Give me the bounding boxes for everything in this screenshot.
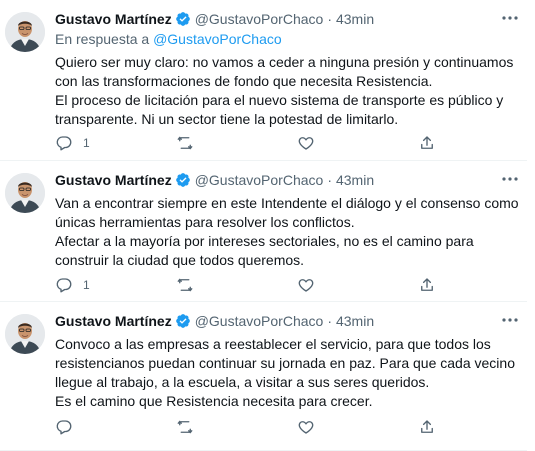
retweet-icon [177,278,193,292]
verified-badge-icon [175,314,190,328]
reply-count: 1 [83,278,90,292]
tweet-1[interactable]: Gustavo Martínez @GustavoPorChaco · 43mi… [0,0,527,161]
tweet-paragraph: Es el camino que Resistencia necesita pa… [55,393,373,409]
author-name[interactable]: Gustavo Martínez [55,311,172,331]
tweet-header: Gustavo Martínez @GustavoPorChaco · 43mi… [55,9,519,29]
avatar-photo [5,314,45,354]
share-icon [421,278,433,291]
verified-badge-icon [175,173,190,187]
tweet-paragraph: Afectar a la mayoría por intereses secto… [55,233,474,268]
tweet-2[interactable]: Gustavo Martínez @GustavoPorChaco · 43mi… [0,161,527,302]
like-button[interactable] [297,418,418,436]
tweet-paragraph: Convoco a las empresas a reestablecer el… [55,336,515,390]
reply-button[interactable]: 1 [55,134,176,152]
share-button[interactable] [418,418,436,436]
tweet-actions: 1 [55,133,436,153]
tweet-text: Quiero ser muy claro: no vamos a ceder a… [55,53,519,129]
tweet-actions [55,417,436,437]
avatar[interactable] [5,314,45,354]
share-icon [421,136,433,149]
avatar-photo [5,173,45,213]
reply-count: 1 [83,136,90,150]
verified-badge-icon [175,12,190,26]
tweet-thread: Gustavo Martínez @GustavoPorChaco · 43mi… [0,0,535,451]
timestamp[interactable]: 43min [336,311,374,331]
reply-prefix: En respuesta a [55,31,154,47]
tweet-paragraph: El proceso de licitación para el nuevo s… [55,92,504,127]
timestamp[interactable]: 43min [336,170,374,190]
retweet-icon [177,420,193,434]
retweet-button[interactable] [176,134,297,152]
author-name[interactable]: Gustavo Martínez [55,170,172,190]
reply-mention-link[interactable]: @GustavoPorChaco [153,31,282,47]
heart-icon [298,421,314,434]
heart-icon [298,279,314,292]
retweet-button[interactable] [176,276,297,294]
share-button[interactable] [418,134,436,152]
author-handle[interactable]: @GustavoPorChaco [195,311,324,331]
reply-icon [56,136,72,151]
avatar[interactable] [5,12,45,52]
tweet-header: Gustavo Martínez @GustavoPorChaco · 43mi… [55,170,519,190]
tweet-header: Gustavo Martínez @GustavoPorChaco · 43mi… [55,311,519,331]
separator: · [327,172,332,188]
like-button[interactable] [297,134,418,152]
reply-icon [56,278,72,293]
retweet-button[interactable] [176,418,297,436]
tweet-text: Convoco a las empresas a reestablecer el… [55,335,519,411]
tweet-text: Van a encontrar siempre en este Intenden… [55,194,519,270]
more-options-icon[interactable] [501,11,519,25]
reply-button[interactable] [55,418,176,436]
reply-button[interactable]: 1 [55,276,176,294]
like-button[interactable] [297,276,418,294]
tweet-paragraph: Quiero ser muy claro: no vamos a ceder a… [55,54,514,89]
author-handle[interactable]: @GustavoPorChaco [195,9,324,29]
tweet-3[interactable]: Gustavo Martínez @GustavoPorChaco · 43mi… [0,302,527,451]
tweet-paragraph: Van a encontrar siempre en este Intenden… [55,195,519,230]
retweet-icon [177,136,193,150]
more-options-icon[interactable] [501,313,519,327]
reply-context: En respuesta a @GustavoPorChaco [55,30,519,49]
share-button[interactable] [418,276,436,294]
separator: · [327,313,332,329]
author-name[interactable]: Gustavo Martínez [55,9,172,29]
more-options-icon[interactable] [501,172,519,186]
separator: · [327,11,332,27]
tweet-actions: 1 [55,275,436,295]
share-icon [421,420,433,433]
reply-icon [56,420,72,435]
timestamp[interactable]: 43min [336,9,374,29]
author-handle[interactable]: @GustavoPorChaco [195,170,324,190]
avatar-photo [5,12,45,52]
avatar[interactable] [5,173,45,213]
heart-icon [298,137,314,150]
